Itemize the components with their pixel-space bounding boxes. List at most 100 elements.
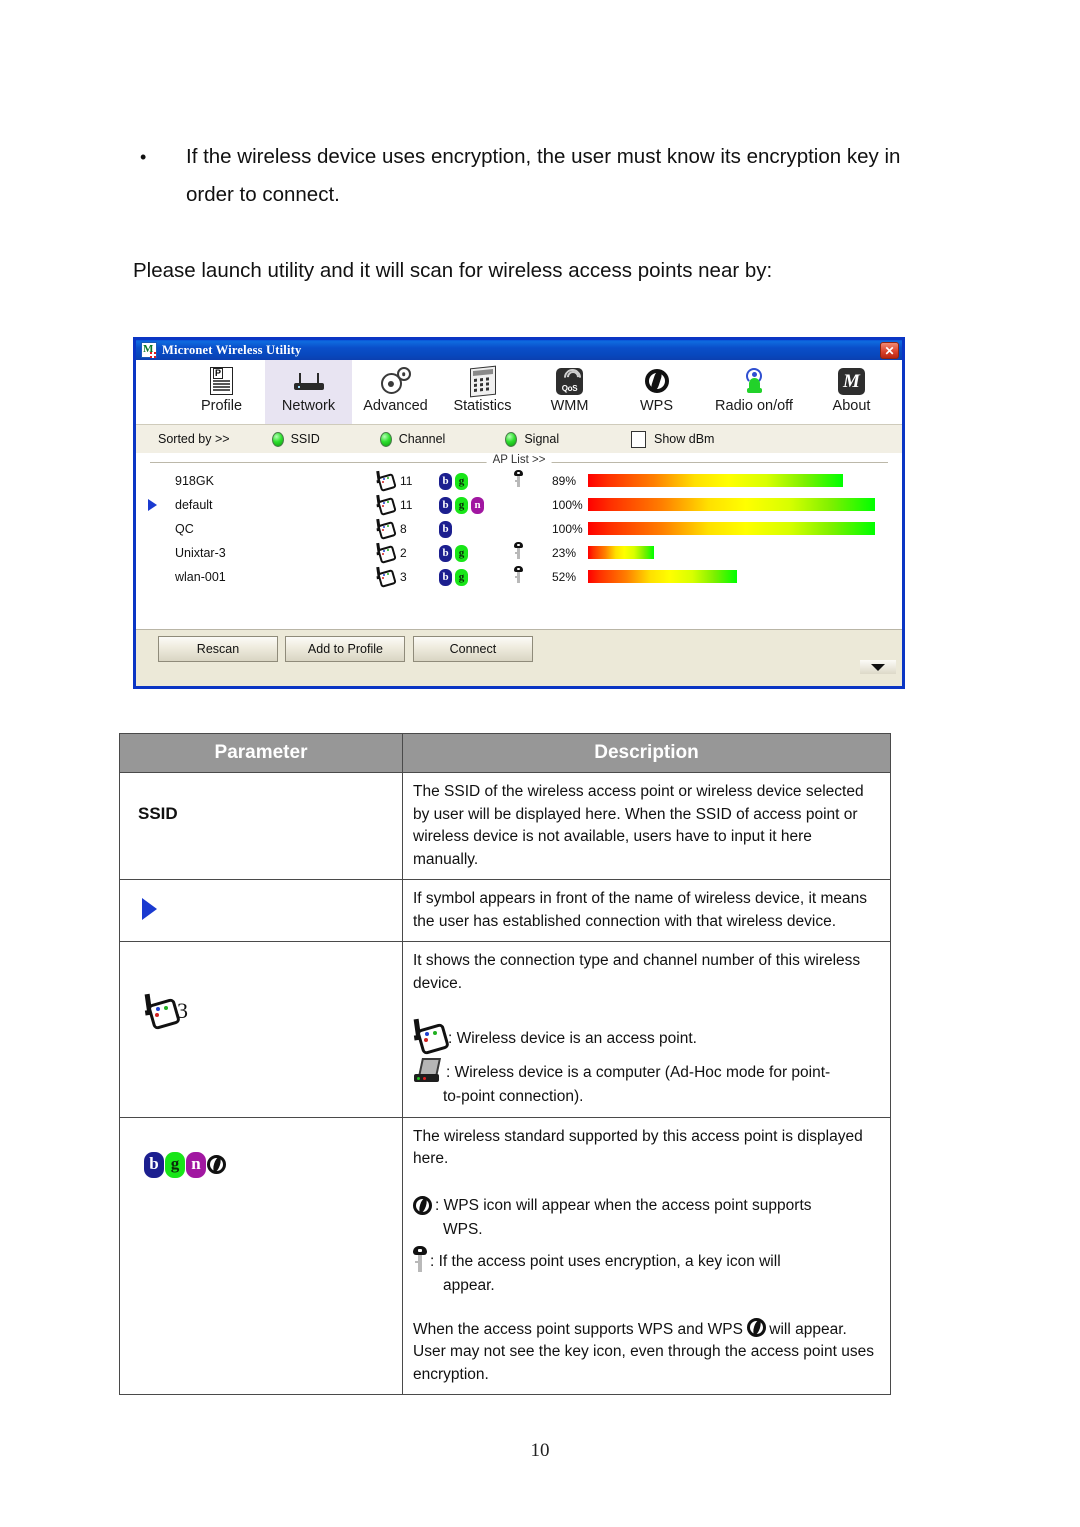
sort-option-channel[interactable]: Channel: [379, 431, 445, 447]
access-point-icon: [413, 1018, 451, 1056]
router-icon: [293, 365, 324, 397]
tab-profile[interactable]: Profile: [178, 360, 265, 424]
desc-text: The wireless standard supported by this …: [413, 1127, 863, 1168]
wps-icon: [413, 1195, 432, 1216]
key-icon: [413, 1245, 427, 1272]
window-title-bar: M Micronet Wireless Utility ✕: [136, 337, 902, 360]
calculator-icon: [469, 365, 496, 397]
note-key-text: : If the access point uses encryption, a…: [430, 1252, 781, 1270]
connect-button[interactable]: Connect: [412, 636, 533, 662]
rescan-button[interactable]: Rescan: [158, 636, 278, 662]
desc-cell-standards: The wireless standard supported by this …: [402, 1116, 891, 1395]
close-icon[interactable]: ✕: [880, 342, 899, 359]
tab-statistics[interactable]: Statistics: [439, 360, 526, 424]
logo-plus-icon: [150, 352, 156, 358]
computer-adhoc-icon: [413, 1057, 443, 1083]
radio-led-icon: [271, 431, 284, 447]
tab-statistics-label: Statistics: [453, 398, 512, 414]
wireless-utility-window: M Micronet Wireless Utility ✕ Profile Ne…: [133, 337, 905, 689]
sort-bar: Sorted by >> SSID Channel Signal Show dB…: [136, 425, 902, 453]
tab-network[interactable]: Network: [265, 360, 352, 424]
tab-wmm-label: WMM: [550, 398, 589, 414]
ap-signal-bar: [588, 498, 875, 511]
tab-network-label: Network: [281, 398, 336, 414]
access-point-icon: [376, 494, 397, 516]
ap-standard-badges: bgn: [439, 496, 484, 514]
ap-signal-percent: 100%: [552, 522, 583, 536]
wps-icon: [644, 365, 670, 397]
key-icon: [514, 566, 523, 588]
tab-about[interactable]: M About: [808, 360, 895, 424]
tab-advanced[interactable]: Advanced: [352, 360, 439, 424]
key-icon: [514, 470, 523, 492]
ap-standard-badges: b: [439, 520, 452, 538]
note-adhoc-computer: : Wireless device is a computer (Ad-Hoc …: [413, 1057, 880, 1109]
badge-b: b: [144, 1151, 164, 1178]
sorted-by-label: Sorted by >>: [158, 432, 230, 446]
note-wps-text: : WPS icon will appear when the access p…: [435, 1196, 812, 1214]
page-number: 10: [530, 1440, 550, 1461]
add-to-profile-button[interactable]: Add to Profile: [285, 636, 406, 662]
ap-list-row[interactable]: 918GK 11 b g 89%: [136, 469, 902, 493]
desc-text: It shows the connection type and channel…: [413, 952, 861, 992]
wps-icon: [747, 1317, 767, 1338]
param-cell-ap-channel: 3: [119, 941, 403, 1118]
access-point-icon: [376, 542, 397, 564]
ap-signal-percent: 23%: [552, 546, 577, 560]
ap-channel: 8: [400, 522, 407, 536]
radio-antenna-icon: [742, 365, 766, 397]
tab-wmm[interactable]: QoS WMM: [526, 360, 613, 424]
note-adhoc-indent: to-point connection).: [443, 1088, 584, 1105]
param-label-ssid: SSID: [138, 804, 178, 823]
badge-b: b: [439, 568, 452, 586]
checkbox-icon: [631, 430, 646, 448]
tab-radio-on-off[interactable]: Radio on/off: [700, 360, 808, 424]
tab-about-label: About: [832, 398, 871, 414]
show-dbm-checkbox[interactable]: Show dBm: [631, 430, 714, 448]
ap-channel: 11: [400, 498, 413, 512]
qos-signal-icon: QoS: [556, 365, 583, 397]
sort-option-ssid[interactable]: SSID: [271, 431, 320, 447]
ap-list[interactable]: AP List >> 918GK 11 b g 89% default 11 b g n 100% Q…: [136, 453, 902, 630]
scroll-down-button[interactable]: [860, 660, 896, 674]
sort-option-signal[interactable]: Signal: [505, 431, 559, 447]
ap-signal-bar: [588, 522, 875, 535]
ap-channel: 2: [400, 546, 407, 560]
connected-arrow-icon: [148, 499, 157, 511]
ap-ssid: QC: [175, 522, 194, 536]
badge-b: b: [439, 496, 452, 514]
desc-cell-ssid: The SSID of the wireless access point or…: [402, 772, 891, 880]
ap-list-row[interactable]: QC 8 b 100%: [136, 517, 902, 541]
table-row: b g n The wireless standard supported by…: [119, 1116, 891, 1395]
window-title: Micronet Wireless Utility: [162, 342, 302, 357]
button-bar: Rescan Add to Profile Connect: [136, 630, 902, 676]
ap-ssid: wlan-001: [175, 570, 226, 584]
tab-profile-label: Profile: [200, 398, 243, 414]
badge-g: g: [455, 568, 468, 586]
badge-g: g: [455, 472, 468, 490]
note-adhoc-text: : Wireless device is a computer (Ad-Hoc …: [446, 1063, 831, 1081]
desc-cell-ap-channel: It shows the connection type and channel…: [402, 941, 891, 1118]
ap-list-row[interactable]: wlan-001 3 b g 52%: [136, 565, 902, 589]
table-header-row: Parameter Description: [119, 733, 891, 773]
parameter-description-table: Parameter Description SSID The SSID of t…: [119, 733, 891, 1395]
micronet-m-icon: M: [838, 365, 865, 397]
note-key-indent: appear.: [443, 1277, 495, 1294]
tab-advanced-label: Advanced: [363, 398, 428, 414]
ap-list-row[interactable]: Unixtar-3 2 b g 23%: [136, 541, 902, 565]
param-cell-ssid: SSID: [119, 772, 403, 880]
note-key: : If the access point uses encryption, a…: [413, 1245, 880, 1298]
ap-signal-bar: [588, 474, 843, 487]
table-row: 3 It shows the connection type and chann…: [119, 941, 891, 1118]
ap-ssid: default: [175, 498, 213, 512]
note-access-point-text: : Wireless device is an access point.: [448, 1030, 697, 1047]
param-cell-standards: b g n: [119, 1116, 403, 1395]
radio-led-icon: [505, 431, 518, 447]
radio-led-icon: [379, 431, 392, 447]
ap-list-row[interactable]: default 11 b g n 100%: [136, 493, 902, 517]
tab-wps-label: WPS: [639, 398, 674, 414]
ap-list-header: AP List >>: [136, 453, 902, 469]
bullet-paragraph: • If the wireless device uses encryption…: [140, 138, 920, 214]
tab-wps[interactable]: WPS: [613, 360, 700, 424]
table-row: If symbol appears in front of the name o…: [119, 879, 891, 942]
